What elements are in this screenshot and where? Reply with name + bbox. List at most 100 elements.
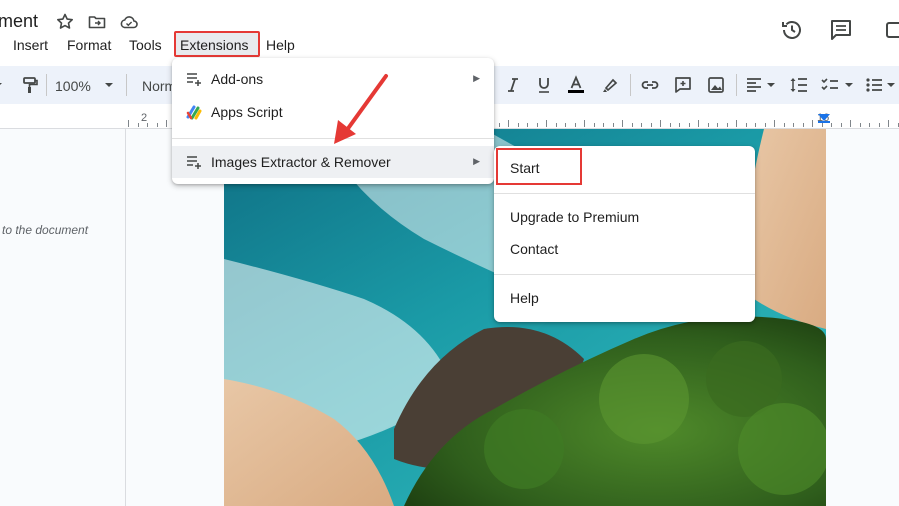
toolbar-divider — [126, 74, 127, 96]
ruler-tick — [518, 123, 519, 127]
ruler-tick — [565, 123, 566, 127]
menu-format[interactable]: Format — [67, 37, 111, 53]
ruler-tick — [575, 123, 576, 127]
ruler-tick — [869, 123, 870, 127]
menu-divider — [494, 274, 755, 275]
ruler-tick — [594, 123, 595, 127]
menu-extensions[interactable]: Extensions — [180, 37, 248, 53]
images-extractor-submenu: Start Upgrade to Premium Contact Help — [494, 146, 755, 322]
list-plus-icon — [186, 154, 202, 170]
zoom-dropdown-icon[interactable] — [104, 80, 114, 100]
submenu-contact[interactable]: Contact — [510, 241, 558, 257]
ruler-tick — [727, 123, 728, 127]
right-indent-marker[interactable] — [818, 114, 830, 124]
document-title[interactable]: ment — [0, 11, 38, 32]
ruler-tick — [736, 120, 737, 127]
ruler-tick — [717, 123, 718, 127]
ruler-tick — [632, 123, 633, 127]
ruler-tick — [784, 123, 785, 127]
ruler-tick — [613, 123, 614, 127]
ruler-tick — [622, 120, 623, 127]
menu-item-images-extractor[interactable]: Images Extractor & Remover ▶ — [172, 146, 494, 178]
insert-image-icon[interactable] — [706, 75, 726, 95]
ruler-tick — [774, 120, 775, 127]
menu-insert[interactable]: Insert — [13, 37, 48, 53]
ruler-tick — [128, 120, 129, 127]
ruler-tick — [546, 120, 547, 127]
menu-help[interactable]: Help — [266, 37, 295, 53]
ruler-tick — [689, 123, 690, 127]
toolbar-divider — [630, 74, 631, 96]
text-color-icon[interactable] — [566, 75, 586, 95]
menu-item-label: Add-ons — [211, 71, 264, 87]
toolbar-divider — [46, 74, 47, 96]
ruler-tick — [138, 123, 139, 127]
submenu-start[interactable]: Start — [510, 160, 540, 176]
ruler-tick — [698, 120, 699, 127]
submenu-arrow-icon: ▶ — [473, 73, 480, 83]
highlight-color-icon[interactable] — [600, 75, 620, 95]
ruler-label: 2 — [141, 112, 148, 124]
ruler-tick — [812, 120, 813, 127]
cloud-saved-icon[interactable] — [119, 12, 139, 32]
ruler-tick — [603, 123, 604, 127]
ruler-tick — [765, 123, 766, 127]
document-outline-pane — [0, 129, 126, 506]
ruler-tick — [556, 123, 557, 127]
ruler-tick — [755, 123, 756, 127]
star-icon[interactable] — [55, 12, 75, 32]
ruler-tick — [527, 123, 528, 127]
insert-link-icon[interactable] — [640, 75, 660, 95]
menu-divider — [494, 193, 755, 194]
ruler-tick — [641, 123, 642, 127]
ruler-tick — [860, 123, 861, 127]
checklist-icon[interactable] — [820, 75, 840, 95]
move-folder-icon[interactable] — [87, 12, 107, 32]
ruler-tick — [746, 123, 747, 127]
add-comment-icon[interactable] — [673, 75, 693, 95]
ruler-tick — [831, 123, 832, 127]
outline-hint-text: to the document — [2, 223, 89, 237]
ruler-tick — [679, 123, 680, 127]
submenu-arrow-icon: ▶ — [473, 156, 480, 166]
ruler-tick — [660, 120, 661, 127]
line-spacing-icon[interactable] — [789, 75, 809, 95]
submenu-help[interactable]: Help — [510, 290, 539, 306]
menu-item-label: Apps Script — [211, 104, 283, 120]
ruler-tick — [888, 120, 889, 127]
checklist-dropdown-icon[interactable] — [844, 80, 854, 100]
toolbar-divider — [736, 74, 737, 96]
align-left-icon[interactable] — [744, 75, 764, 95]
ruler-tick — [850, 120, 851, 127]
ruler-tick — [147, 123, 148, 127]
ruler-tick — [508, 120, 509, 127]
submenu-upgrade-premium[interactable]: Upgrade to Premium — [510, 209, 639, 225]
comments-icon[interactable] — [828, 17, 854, 43]
ruler-tick — [157, 123, 158, 127]
ruler-tick — [499, 123, 500, 127]
ruler-tick — [841, 123, 842, 127]
ruler-tick — [793, 123, 794, 127]
italic-icon[interactable] — [503, 75, 523, 95]
ruler-tick — [803, 123, 804, 127]
ruler-tick — [879, 123, 880, 127]
ruler-tick — [166, 120, 167, 127]
version-history-icon[interactable] — [779, 17, 805, 43]
ruler-tick — [651, 123, 652, 127]
chevron-down-icon[interactable] — [0, 80, 4, 100]
add-ons-icon — [186, 71, 202, 87]
ruler-tick — [537, 123, 538, 127]
zoom-select[interactable]: 100% — [55, 78, 91, 94]
ruler-tick — [584, 120, 585, 127]
ruler-tick — [670, 123, 671, 127]
list-dropdown-icon[interactable] — [886, 80, 896, 100]
video-call-icon[interactable] — [884, 17, 899, 43]
align-dropdown-icon[interactable] — [766, 80, 776, 100]
bulleted-list-icon[interactable] — [864, 75, 884, 95]
apps-script-icon — [186, 104, 202, 120]
menu-tools[interactable]: Tools — [129, 37, 162, 53]
underline-icon[interactable] — [534, 75, 554, 95]
menu-item-label: Images Extractor & Remover — [211, 154, 391, 170]
annotation-arrow-icon — [330, 72, 392, 148]
paint-format-icon[interactable] — [20, 75, 40, 95]
